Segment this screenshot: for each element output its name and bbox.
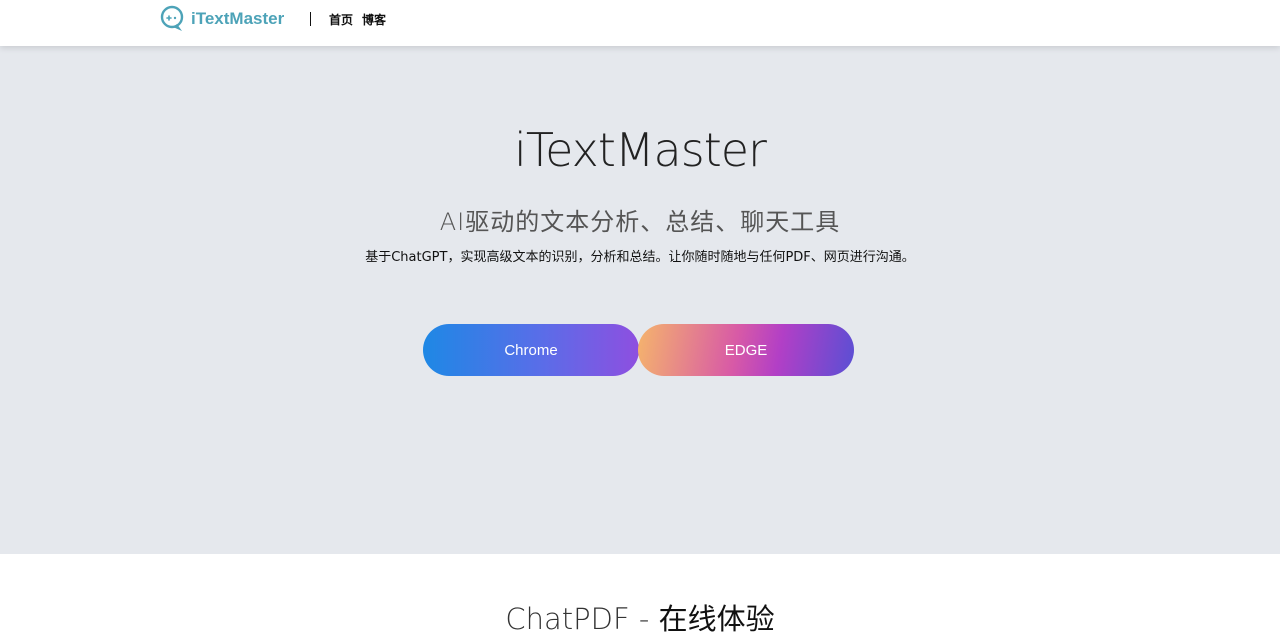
logo-text: iTextMaster	[191, 9, 285, 28]
nav-item-blog[interactable]: 博客	[362, 11, 386, 28]
hero-description: 基于ChatGPT，实现高级文本的识别，分析和总结。让你随时随地与任何PDF、网…	[365, 250, 915, 265]
hero-section: iTextMaster AI驱动的文本分析、总结、聊天工具 基于ChatGPT，…	[0, 46, 1280, 554]
chatpdf-title-light: ChatPDF -	[505, 602, 659, 636]
edge-download-button[interactable]: EDGE	[638, 324, 854, 376]
main-nav: 首页 博客	[329, 11, 386, 28]
site-header: iTextMaster 首页 博客	[0, 0, 1280, 46]
hero-subtitle: AI驱动的文本分析、总结、聊天工具	[439, 208, 841, 236]
chrome-download-button[interactable]: Chrome	[423, 324, 639, 376]
hero-title: iTextMaster	[514, 123, 767, 177]
chatpdf-section-title: ChatPDF - 在线体验	[0, 596, 1280, 638]
logo-link[interactable]: iTextMaster	[160, 5, 284, 33]
chat-bubble-icon	[160, 5, 184, 31]
nav-item-home[interactable]: 首页	[329, 11, 353, 28]
chatpdf-section: ChatPDF - 在线体验	[0, 554, 1280, 636]
chatpdf-title-bold: 在线体验	[658, 602, 775, 636]
nav-divider	[310, 12, 311, 26]
